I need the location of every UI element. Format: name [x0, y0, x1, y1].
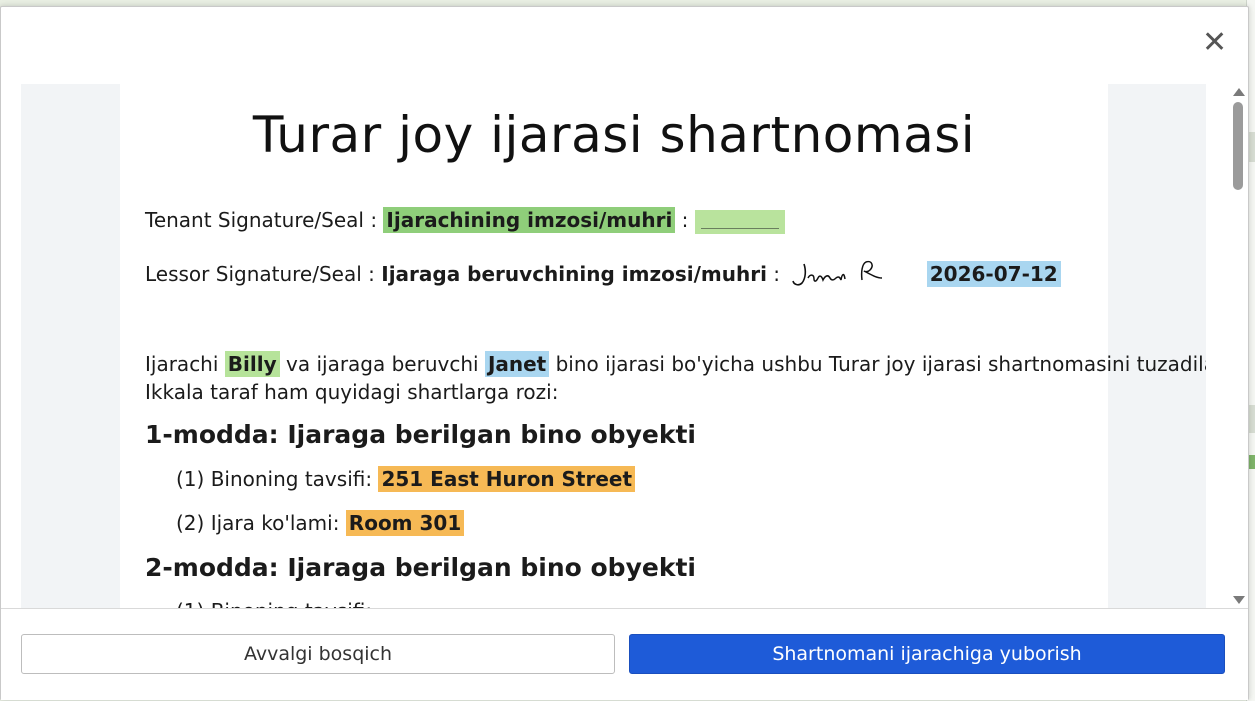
intro-text: Ijarachi: [145, 352, 225, 376]
building-address: 251 East Huron Street: [378, 466, 636, 492]
tenant-signature-field-label: Ijarachining imzosi/muhri: [383, 207, 676, 233]
item-label: (2) Ijara ko'lami:: [176, 511, 346, 535]
lessor-name: Janet: [484, 351, 550, 377]
intro-paragraph-line-1: Ijarachi Billy va ijaraga beruvchi Janet…: [145, 351, 1206, 377]
document-title: Turar joy ijarasi shartnomasi: [252, 106, 976, 164]
document-viewer[interactable]: Turar joy ijarasi shartnomasi Tenant Sig…: [21, 84, 1206, 608]
room-number: Room 301: [345, 510, 465, 536]
dialog-footer: Avvalgi bosqich Shartnomani ijarachiga y…: [1, 608, 1248, 700]
article-2-heading: 2-modda: Ijaraga berilgan bino obyekti: [145, 553, 696, 582]
colon: :: [681, 208, 689, 232]
background-marker: [1249, 455, 1255, 469]
signing-date: 2026-07-12: [926, 261, 1061, 287]
scroll-down-arrow-icon[interactable]: [1233, 596, 1245, 604]
intro-text: va ijaraga beruvchi: [286, 352, 485, 376]
document-scrollbar[interactable]: [1230, 84, 1248, 608]
lessor-signature-image: [790, 256, 890, 295]
document-page: Turar joy ijarasi shartnomasi Tenant Sig…: [120, 84, 1206, 608]
scroll-up-arrow-icon[interactable]: [1233, 88, 1245, 96]
send-to-tenant-button[interactable]: Shartnomani ijarachiga yuborish: [629, 634, 1225, 674]
previous-step-button[interactable]: Avvalgi bosqich: [21, 634, 615, 674]
background-marker: [1249, 405, 1255, 433]
item-building-description: (1) Binoning tavsifi: 251 East Huron Str…: [176, 466, 636, 492]
lessor-signature-field-label: Ijaraga beruvchining imzosi/muhri: [381, 262, 767, 286]
intro-text: bino ijarasi bo'yicha ushbu Turar joy ij…: [555, 352, 1206, 376]
close-icon[interactable]: ✕: [1202, 28, 1227, 58]
tenant-signature-label: Tenant Signature/Seal :: [145, 208, 384, 232]
background-marker: [1249, 132, 1255, 162]
scrollbar-thumb[interactable]: [1233, 102, 1243, 190]
intro-paragraph-line-2: Ikkala taraf ham quyidagi shartlarga roz…: [145, 380, 559, 404]
colon: :: [773, 262, 781, 286]
tenant-signature-box[interactable]: [694, 209, 785, 234]
lessor-signature-label: Lessor Signature/Seal :: [145, 262, 382, 286]
item-lease-scope: (2) Ijara ko'lami: Room 301: [176, 510, 465, 536]
contract-dialog: ✕ Turar joy ijarasi shartnomasi Tenant S…: [0, 6, 1249, 700]
tenant-name: Billy: [224, 351, 280, 377]
tenant-signature-line: Tenant Signature/Seal : Ijarachining imz…: [145, 207, 785, 234]
article-1-heading: 1-modda: Ijaraga berilgan bino obyekti: [145, 420, 696, 449]
item-label: (1) Binoning tavsifi:: [176, 467, 379, 491]
item-building-description-cut: (1) Binoning tavsifi: ...: [176, 599, 398, 608]
lessor-signature-line: Lessor Signature/Seal : Ijaraga beruvchi…: [145, 256, 1061, 295]
